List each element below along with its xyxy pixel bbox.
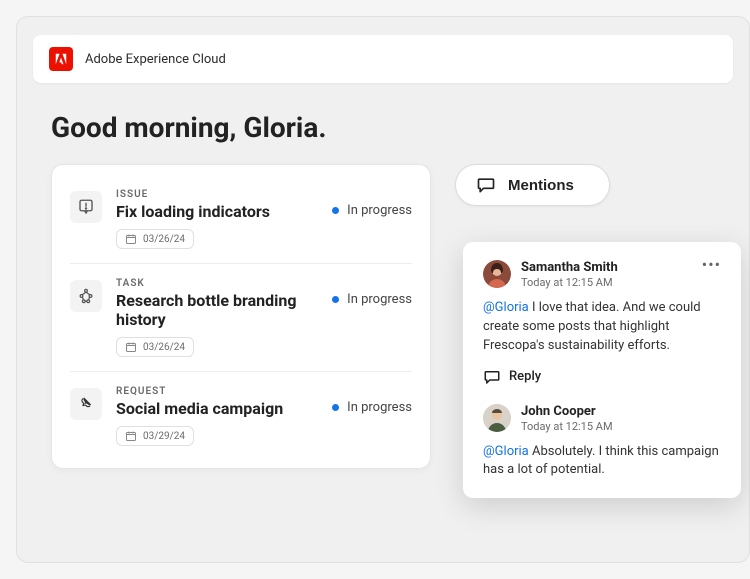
avatar [483, 404, 511, 432]
item-title: Research bottle branding history [116, 291, 318, 329]
item-date: 03/29/24 [143, 431, 185, 442]
work-item-issue[interactable]: ISSUE Fix loading indicators 03/26/24 In… [70, 175, 412, 264]
item-title: Social media campaign [116, 399, 318, 418]
status-text: In progress [347, 203, 412, 218]
status: In progress [332, 386, 412, 415]
reply-button[interactable]: Reply [483, 368, 721, 386]
mention-head: John Cooper Today at 12:15 AM [483, 404, 721, 433]
mention-meta: Samantha Smith Today at 12:15 AM [521, 260, 692, 289]
mentions-label: Mentions [508, 177, 574, 194]
right-column: Mentions [455, 164, 631, 206]
work-item-task[interactable]: TASK Research bottle branding history 03… [70, 264, 412, 372]
status-text: In progress [347, 292, 412, 307]
status-dot-icon [332, 404, 339, 411]
status-dot-icon [332, 296, 339, 303]
mention-time: Today at 12:15 AM [521, 276, 692, 289]
item-date-badge: 03/26/24 [116, 229, 194, 249]
item-type: ISSUE [116, 189, 318, 200]
mention-entry: Samantha Smith Today at 12:15 AM ••• @Gl… [483, 260, 721, 386]
mentions-button[interactable]: Mentions [455, 164, 610, 206]
task-icon [70, 280, 102, 312]
mention-name: Samantha Smith [521, 260, 692, 275]
chat-icon [476, 175, 496, 195]
app-frame: Adobe Experience Cloud Good morning, Glo… [16, 16, 750, 563]
reply-icon [483, 368, 501, 386]
calendar-icon [125, 430, 137, 442]
mention-at[interactable]: @Gloria [483, 444, 529, 459]
item-title: Fix loading indicators [116, 202, 318, 221]
item-body: TASK Research bottle branding history 03… [116, 278, 318, 357]
calendar-icon [125, 341, 137, 353]
mentions-panel: Samantha Smith Today at 12:15 AM ••• @Gl… [463, 242, 741, 498]
greeting: Good morning, Gloria. [51, 111, 749, 144]
header-bar: Adobe Experience Cloud [33, 35, 733, 83]
item-date: 03/26/24 [143, 234, 185, 245]
item-type: REQUEST [116, 386, 318, 397]
item-body: REQUEST Social media campaign 03/29/24 [116, 386, 318, 446]
item-type: TASK [116, 278, 318, 289]
status-dot-icon [332, 207, 339, 214]
mention-name: John Cooper [521, 404, 721, 419]
item-date-badge: 03/26/24 [116, 337, 194, 357]
mention-time: Today at 12:15 AM [521, 420, 721, 433]
calendar-icon [125, 233, 137, 245]
status: In progress [332, 189, 412, 218]
avatar [483, 260, 511, 288]
status: In progress [332, 278, 412, 307]
mention-head: Samantha Smith Today at 12:15 AM ••• [483, 260, 721, 289]
item-date-badge: 03/29/24 [116, 426, 194, 446]
mention-body: @Gloria I love that idea. And we could c… [483, 299, 721, 356]
mention-body: @Gloria Absolutely. I think this campaig… [483, 443, 721, 481]
work-item-request[interactable]: REQUEST Social media campaign 03/29/24 I… [70, 372, 412, 450]
adobe-logo-icon [49, 47, 73, 71]
work-card: ISSUE Fix loading indicators 03/26/24 In… [51, 164, 431, 469]
reply-label: Reply [509, 369, 541, 384]
status-text: In progress [347, 400, 412, 415]
more-icon[interactable]: ••• [702, 260, 721, 270]
issue-icon [70, 191, 102, 223]
header-title: Adobe Experience Cloud [85, 52, 226, 67]
item-body: ISSUE Fix loading indicators 03/26/24 [116, 189, 318, 249]
mention-meta: John Cooper Today at 12:15 AM [521, 404, 721, 433]
mention-entry: John Cooper Today at 12:15 AM @Gloria Ab… [483, 404, 721, 481]
request-icon [70, 388, 102, 420]
item-date: 03/26/24 [143, 342, 185, 353]
mention-at[interactable]: @Gloria [483, 300, 529, 315]
